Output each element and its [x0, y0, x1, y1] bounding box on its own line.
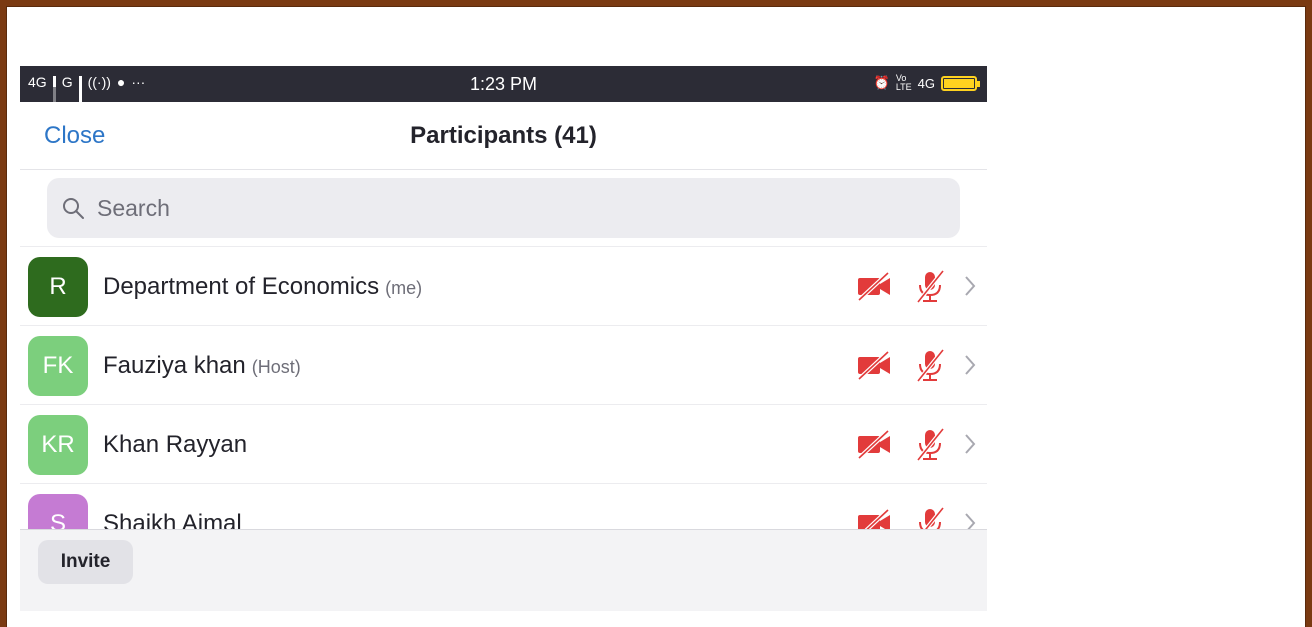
participant-name: Department of Economics: [103, 273, 380, 300]
chevron-right-icon[interactable]: [963, 353, 977, 377]
volte-icon: Vo LTE: [895, 73, 912, 92]
participant-name-wrap: Department of Economics (me): [103, 273, 422, 301]
video-off-icon: [855, 425, 893, 463]
search-icon: [63, 198, 84, 219]
search-bar[interactable]: [47, 178, 960, 238]
mic-muted-icon: [911, 267, 949, 305]
battery-icon: [941, 75, 980, 91]
mic-muted-icon: [911, 425, 949, 463]
video-off-icon: [855, 267, 893, 305]
avatar: R: [28, 257, 88, 317]
phone-screen: 4G G ((·)) ● ··· 1:23 PM ⏰ Vo LTE 4G Clos…: [20, 66, 987, 611]
avatar: FK: [28, 336, 88, 396]
page-title: Participants (41): [410, 122, 597, 149]
participant-name: Khan Rayyan: [103, 431, 248, 458]
participant-role-tag: (me): [385, 278, 423, 298]
bottom-bar: Invite: [20, 529, 987, 611]
participant-row[interactable]: FK Fauziya khan (Host): [20, 326, 987, 405]
participant-role-tag: (Host): [251, 357, 301, 377]
status-time: 1:23 PM: [469, 74, 538, 94]
chevron-right-icon[interactable]: [963, 274, 977, 298]
video-off-icon: [855, 346, 893, 384]
alarm-icon: ⏰: [873, 75, 890, 90]
mic-muted-icon: [911, 346, 949, 384]
participant-list: R Department of Economics (me) FK Fauziya kh…: [20, 247, 987, 563]
participant-row[interactable]: R Department of Economics (me): [20, 247, 987, 326]
participants-header: Close Participants (41): [20, 102, 987, 170]
avatar: KR: [28, 415, 88, 475]
invite-button[interactable]: Invite: [38, 540, 133, 584]
participant-status-icons: [855, 425, 977, 463]
participant-name: Fauziya khan: [103, 352, 246, 379]
participant-name-wrap: Khan Rayyan: [103, 431, 247, 459]
participant-row[interactable]: KR Khan Rayyan: [20, 405, 987, 484]
search-input[interactable]: [97, 194, 917, 222]
participant-status-icons: [855, 346, 977, 384]
status-bar: 4G G ((·)) ● ··· 1:23 PM ⏰ Vo LTE 4G: [20, 66, 987, 110]
participant-name-wrap: Fauziya khan (Host): [103, 352, 301, 380]
status-right: ⏰ Vo LTE 4G: [873, 73, 980, 92]
network-label-3: 4G: [917, 75, 935, 91]
participant-status-icons: [855, 267, 977, 305]
chevron-right-icon[interactable]: [963, 432, 977, 456]
